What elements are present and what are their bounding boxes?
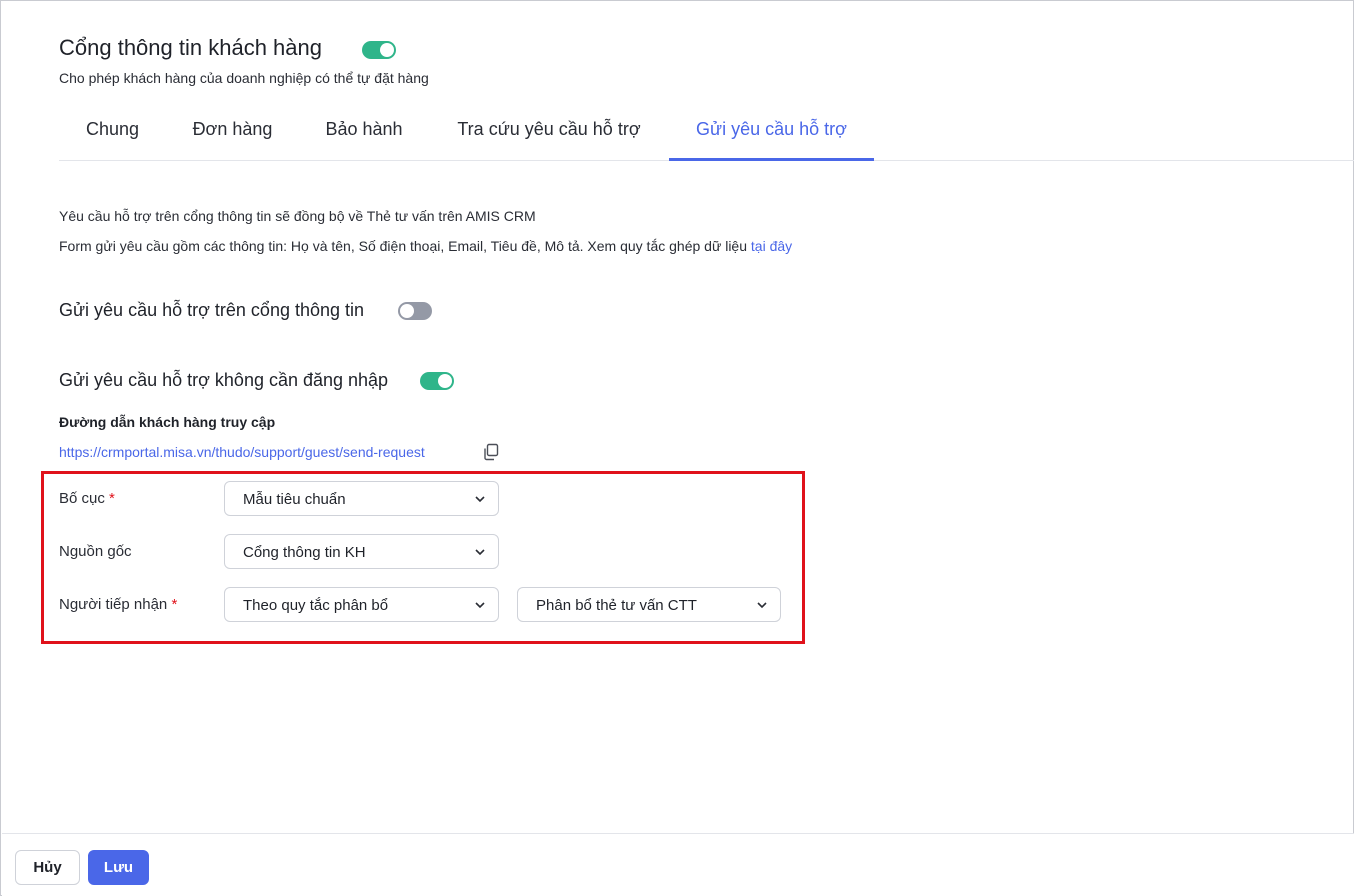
tab-orders[interactable]: Đơn hàng: [166, 105, 299, 161]
layout-select-value: Mẫu tiêu chuẩn: [243, 491, 346, 508]
tab-send-support-request[interactable]: Gửi yêu cầu hỗ trợ: [669, 105, 874, 161]
chevron-down-icon: [475, 549, 485, 556]
tab-bar: Chung Đơn hàng Bảo hành Tra cứu yêu cầu …: [59, 105, 1354, 161]
receiver-label-text: Người tiếp nhận: [59, 596, 168, 613]
footer-bar: Hủy Lưu: [2, 833, 1354, 896]
access-url-label: Đường dẫn khách hàng truy cập: [59, 414, 276, 430]
toggle-knob: [380, 43, 394, 57]
receiver-mode-select[interactable]: Theo quy tắc phân bổ: [224, 587, 499, 622]
info-text-form: Form gửi yêu cầu gồm các thông tin: Họ v…: [59, 238, 792, 254]
source-select[interactable]: Cổng thông tin KH: [224, 534, 499, 569]
assignment-rule-value: Phân bổ thẻ tư vấn CTT: [536, 597, 697, 614]
toggle-knob: [438, 374, 452, 388]
copy-icon[interactable]: [482, 443, 500, 461]
source-label-text: Nguồn gốc: [59, 543, 132, 560]
rules-link[interactable]: tại đây: [751, 238, 792, 254]
source-label: Nguồn gốc: [59, 543, 132, 560]
toggle-knob: [400, 304, 414, 318]
portal-request-title: Gửi yêu cầu hỗ trợ trên cổng thông tin: [59, 300, 365, 320]
chevron-down-icon: [475, 602, 485, 609]
save-button[interactable]: Lưu: [88, 850, 149, 885]
chevron-down-icon: [475, 496, 485, 503]
info-text-sync: Yêu cầu hỗ trợ trên cổng thông tin sẽ đồ…: [59, 208, 536, 224]
layout-label-text: Bố cục: [59, 490, 105, 507]
layout-select[interactable]: Mẫu tiêu chuẩn: [224, 481, 499, 516]
guest-request-title: Gửi yêu cầu hỗ trợ không cần đăng nhập: [59, 370, 389, 390]
guest-request-toggle[interactable]: [420, 372, 454, 390]
portal-enable-toggle[interactable]: [362, 41, 396, 59]
receiver-mode-value: Theo quy tắc phân bổ: [243, 597, 389, 614]
page-title: Cổng thông tin khách hàng: [59, 35, 322, 60]
required-mark: *: [171, 596, 178, 613]
access-url-link[interactable]: https://crmportal.misa.vn/thudo/support/…: [59, 444, 425, 460]
source-select-value: Cổng thông tin KH: [243, 544, 366, 561]
cancel-button[interactable]: Hủy: [15, 850, 80, 885]
required-mark: *: [109, 490, 115, 507]
receiver-label: Người tiếp nhận *: [59, 596, 177, 613]
tab-general[interactable]: Chung: [59, 105, 166, 161]
settings-window: Cổng thông tin khách hàng Cho phép khách…: [0, 0, 1354, 896]
chevron-down-icon: [757, 602, 767, 609]
info-text-form-label: Form gửi yêu cầu gồm các thông tin: Họ v…: [59, 238, 751, 254]
page-subtitle: Cho phép khách hàng của doanh nghiệp có …: [59, 70, 429, 86]
portal-request-toggle[interactable]: [398, 302, 432, 320]
tab-support-lookup[interactable]: Tra cứu yêu cầu hỗ trợ: [429, 105, 669, 161]
layout-label: Bố cục *: [59, 490, 115, 507]
tab-warranty[interactable]: Bảo hành: [299, 105, 429, 161]
assignment-rule-select[interactable]: Phân bổ thẻ tư vấn CTT: [517, 587, 781, 622]
